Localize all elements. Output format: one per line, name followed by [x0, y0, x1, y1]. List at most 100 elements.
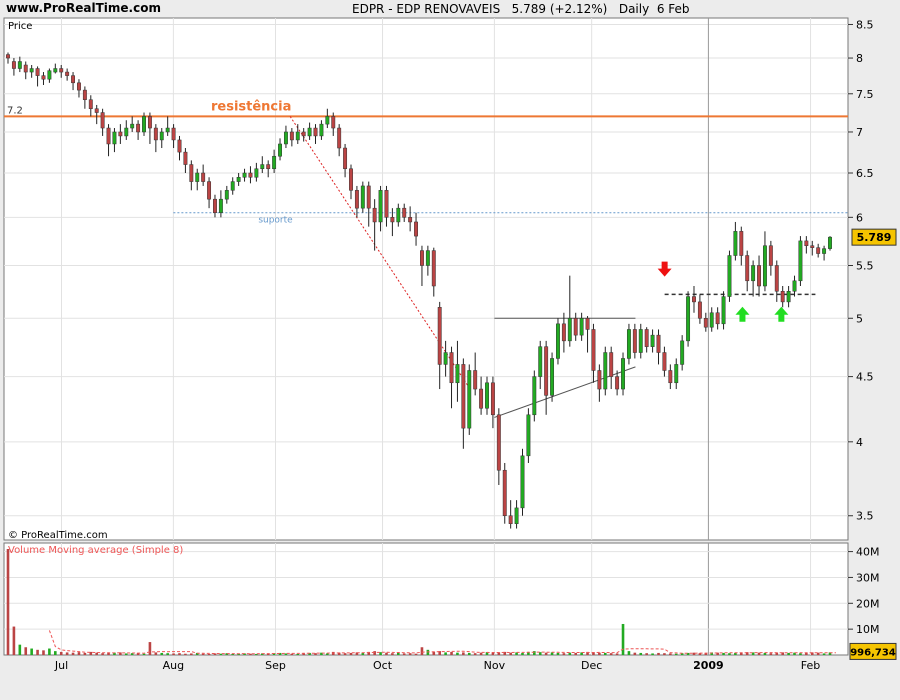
x-tick-label: Sep: [265, 659, 286, 672]
volume-bar: [101, 653, 104, 655]
candle-body: [11, 61, 16, 69]
volume-bar: [467, 652, 471, 655]
x-tick-label: Dec: [581, 659, 602, 672]
candle-body: [136, 123, 141, 133]
candle-body: [662, 352, 667, 371]
candle-body: [425, 250, 430, 266]
volume-tick-label: 20M: [856, 597, 880, 610]
volume-bar: [160, 652, 164, 655]
candle-body: [354, 190, 359, 209]
price-tick-label: 3.5: [856, 510, 874, 523]
candle-body: [183, 151, 188, 165]
candle-body: [443, 352, 448, 365]
candle-body: [490, 382, 495, 416]
volume-bar: [568, 652, 572, 655]
volume-bar: [77, 652, 81, 655]
volume-bar: [402, 653, 406, 655]
volume-bar: [615, 653, 619, 655]
volume-bar: [414, 653, 418, 655]
candle-body: [177, 139, 182, 153]
volume-bar: [154, 652, 158, 655]
candle-body: [71, 75, 76, 84]
candle-body: [603, 352, 608, 390]
volume-bar: [544, 652, 548, 655]
candle-body: [307, 127, 312, 137]
candle-body: [733, 231, 738, 256]
volume-bar: [521, 652, 524, 655]
volume-bar: [763, 652, 767, 655]
candle-body: [680, 340, 685, 365]
candle-body: [35, 68, 40, 76]
candle-body: [260, 164, 265, 170]
volume-bar: [190, 653, 193, 655]
candle-body: [59, 68, 64, 73]
volume-bar: [201, 653, 205, 655]
volume-bar: [598, 652, 601, 655]
volume-bar: [657, 652, 660, 655]
price-tick-label: 7.5: [856, 88, 874, 101]
volume-bar: [479, 652, 483, 655]
candle-body: [473, 370, 478, 390]
price-tick-label: 5.5: [856, 259, 874, 272]
candle-body: [378, 190, 383, 223]
volume-title: Volume Moving average (Simple 8): [8, 545, 183, 556]
candle-body: [538, 346, 543, 377]
volume-bar: [639, 652, 643, 655]
candle-body: [650, 334, 655, 347]
volume-bar: [48, 648, 51, 655]
candle-body: [224, 190, 229, 200]
volume-bar: [674, 653, 678, 655]
candle-body: [632, 329, 637, 353]
price-volume-chart[interactable]: 3.5 4 4.5 5 5.5 6 6.5 7 7.5 8 8.5 Jul Aug Sep Oct Nov De…: [0, 0, 900, 700]
candle-body: [266, 164, 271, 170]
candle-body: [656, 334, 661, 353]
volume-bar: [326, 653, 329, 655]
candle-body: [254, 168, 259, 178]
volume-bar: [491, 652, 495, 655]
candle-body: [798, 240, 803, 282]
candle-body: [757, 265, 761, 287]
volume-bar: [627, 651, 631, 655]
candle-body: [532, 376, 537, 416]
price-tick-label: 7: [856, 126, 863, 139]
volume-bar: [373, 651, 376, 655]
candle-body: [526, 414, 531, 457]
candle-body: [739, 231, 744, 256]
candle-body: [283, 131, 288, 145]
volume-bar: [148, 642, 152, 655]
candle-body: [414, 221, 418, 237]
candle-body: [496, 414, 501, 471]
candle-body: [142, 116, 146, 133]
volume-bar: [603, 652, 607, 655]
candle-body: [159, 131, 164, 141]
candle-body: [100, 112, 105, 129]
volume-bar: [509, 652, 512, 655]
candle-body: [313, 127, 318, 137]
candle-body: [301, 131, 306, 137]
volume-bar: [669, 653, 672, 655]
candle-body: [786, 291, 791, 303]
candle-body: [431, 250, 436, 287]
candle-body: [171, 127, 176, 141]
volume-bar: [12, 626, 16, 655]
support-annotation: suporte: [258, 216, 293, 226]
candle-body: [591, 329, 596, 371]
candle-body: [715, 312, 720, 325]
candle-body: [828, 236, 832, 249]
candle-body: [762, 245, 767, 287]
volume-bar: [42, 650, 45, 655]
candle-body: [520, 455, 525, 509]
candle-body: [668, 370, 673, 384]
candle-body: [502, 469, 507, 516]
candle-body: [810, 245, 815, 248]
volume-bar: [124, 653, 128, 655]
candle-body: [402, 207, 407, 218]
candle-body: [709, 312, 714, 328]
volume-bar: [385, 652, 388, 655]
volume-bar: [651, 653, 654, 655]
candle-body: [508, 515, 513, 524]
volume-bar: [462, 652, 465, 655]
volume-bar: [391, 653, 394, 655]
candle-body: [236, 177, 241, 182]
volume-bar: [574, 652, 578, 655]
